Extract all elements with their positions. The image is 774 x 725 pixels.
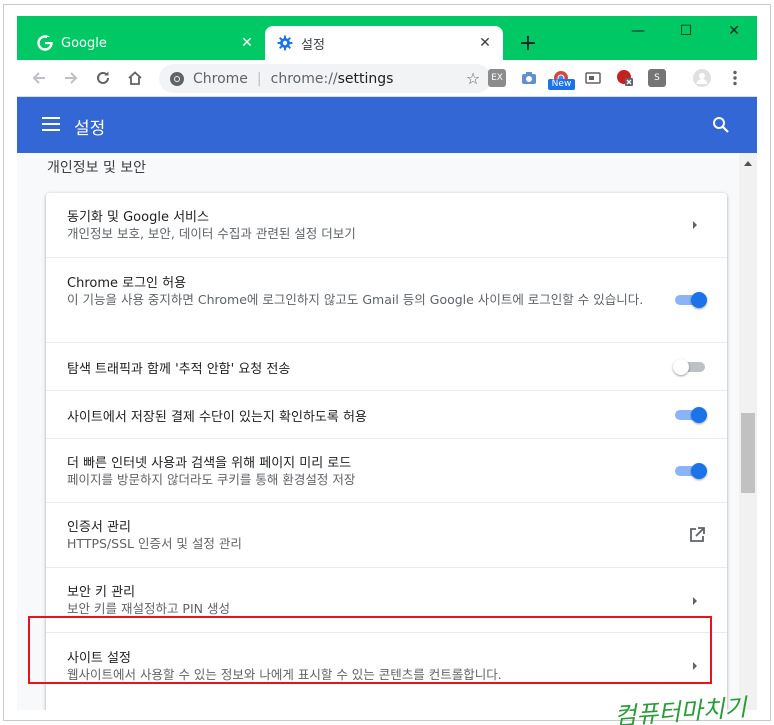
row-title: 탐색 트래픽과 함께 '추적 안함' 요청 전송 <box>67 362 291 377</box>
extension-ex-icon[interactable]: EX <box>488 69 506 87</box>
row-subtitle: HTTPS/SSL 인증서 및 설정 관리 <box>67 536 242 551</box>
chrome-login-toggle[interactable] <box>673 292 707 308</box>
do-not-track-toggle[interactable] <box>673 359 707 375</box>
row-subtitle: 개인정보 보호, 보안, 데이터 수집과 관련된 설정 더보기 <box>67 226 356 241</box>
tab-strip: Google ✕ 설정 ✕ + — ☐ ✕ <box>17 16 757 60</box>
row-title: 더 빠른 인터넷 사용과 검색을 위해 페이지 미리 로드 <box>67 456 352 471</box>
hamburger-menu-icon[interactable] <box>42 117 60 131</box>
row-subtitle: 이 기능을 사용 중지하면 Chrome에 로그인하지 않고도 Gmail 등의… <box>67 292 644 307</box>
chip-separator: | <box>256 70 262 87</box>
payment-methods-toggle[interactable] <box>673 407 707 423</box>
row-title: Chrome 로그인 허용 <box>67 276 187 291</box>
tab-google[interactable]: Google ✕ <box>25 26 265 60</box>
s-extension-icon[interactable]: S <box>648 69 666 87</box>
row-subtitle: 웹사이트에서 사용할 수 있는 정보와 나에게 표시할 수 있는 콘텐츠를 컨트… <box>67 667 502 682</box>
row-title: 사이트에서 저장된 결제 수단이 있는지 확인하도록 허용 <box>67 410 367 425</box>
home-button[interactable] <box>123 66 147 90</box>
row-subtitle: 보안 키를 재설정하고 PIN 생성 <box>67 601 230 616</box>
back-button[interactable] <box>27 66 51 90</box>
bookmark-star-icon[interactable]: ☆ <box>463 69 483 89</box>
forward-arrow-icon <box>65 72 78 84</box>
back-arrow-icon <box>32 72 45 84</box>
tab-close-button[interactable]: ✕ <box>475 33 495 53</box>
settings-header: 설정 <box>17 97 757 153</box>
maximize-button[interactable]: ☐ <box>663 16 709 46</box>
browser-toolbar: Chrome | chrome://settings ☆ EX S <box>17 60 757 97</box>
google-g-icon <box>37 35 53 51</box>
tab-title: 설정 <box>301 37 325 53</box>
open-in-new-icon[interactable] <box>688 526 706 544</box>
tab-settings[interactable]: 설정 ✕ <box>265 26 503 60</box>
vertical-scrollbar[interactable] <box>739 153 757 710</box>
card-extension-icon[interactable] <box>584 69 602 87</box>
profile-avatar[interactable] <box>693 69 711 87</box>
scroll-thumb[interactable] <box>741 413 755 493</box>
url-text: chrome://settings <box>270 70 394 87</box>
forward-button[interactable] <box>59 66 83 90</box>
row-security-keys[interactable]: 보안 키 관리 보안 키를 재설정하고 PIN 생성 <box>46 567 727 632</box>
row-title: 동기화 및 Google 서비스 <box>67 210 209 225</box>
row-do-not-track[interactable]: 탐색 트래픽과 함께 '추적 안함' 요청 전송 <box>46 342 727 390</box>
address-bar[interactable]: Chrome | chrome://settings ☆ <box>159 64 491 93</box>
blocked-extension-icon[interactable] <box>616 69 634 87</box>
camera-extension-icon[interactable] <box>520 69 538 87</box>
home-icon <box>128 71 142 85</box>
row-title: 사이트 설정 <box>67 651 131 666</box>
row-preload-pages[interactable]: 더 빠른 인터넷 사용과 검색을 위해 페이지 미리 로드 페이지를 방문하지 … <box>46 438 727 502</box>
privacy-security-card: 동기화 및 Google 서비스 개인정보 보호, 보안, 데이터 수집과 관련… <box>46 193 727 710</box>
tab-title: Google <box>61 35 107 51</box>
section-heading: 개인정보 및 보안 <box>47 160 147 176</box>
row-chrome-login[interactable]: Chrome 로그인 허용 이 기능을 사용 중지하면 Chrome에 로그인하… <box>46 257 727 342</box>
settings-gear-icon <box>277 35 293 51</box>
page-title: 설정 <box>74 119 106 139</box>
menu-kebab-icon[interactable] <box>723 66 747 90</box>
scroll-up-arrow-icon[interactable] <box>744 161 752 166</box>
row-subtitle: 페이지를 방문하지 않더라도 쿠키를 통해 환경설정 저장 <box>67 472 356 487</box>
row-manage-certificates[interactable]: 인증서 관리 HTTPS/SSL 인증서 및 설정 관리 <box>46 502 727 567</box>
site-chip: Chrome <box>193 70 248 87</box>
row-site-settings[interactable]: 사이트 설정 웹사이트에서 사용할 수 있는 정보와 나에게 표시할 수 있는 … <box>46 632 727 697</box>
row-title: 보안 키 관리 <box>67 585 136 600</box>
chrome-logo-icon <box>169 71 185 87</box>
new-badge: New <box>548 79 575 90</box>
preload-pages-toggle[interactable] <box>673 463 707 479</box>
row-title: 인증서 관리 <box>67 520 131 535</box>
row-sync-google-services[interactable]: 동기화 및 Google 서비스 개인정보 보호, 보안, 데이터 수집과 관련… <box>46 193 727 257</box>
browser-window: Google ✕ 설정 ✕ + — ☐ ✕ Chrome | chrome://… <box>17 16 757 710</box>
reload-button[interactable] <box>91 66 115 90</box>
minimize-button[interactable]: — <box>615 16 661 46</box>
chevron-right-icon <box>693 662 697 670</box>
window-close-button[interactable]: ✕ <box>711 16 757 46</box>
new-tab-button[interactable]: + <box>515 30 541 56</box>
chevron-right-icon <box>693 221 697 229</box>
chevron-right-icon <box>693 597 697 605</box>
reload-icon <box>97 71 109 84</box>
tab-close-button[interactable]: ✕ <box>237 33 257 53</box>
settings-content: 개인정보 및 보안 동기화 및 Google 서비스 개인정보 보호, 보안, … <box>17 153 757 710</box>
search-icon[interactable] <box>711 115 731 135</box>
row-payment-methods[interactable]: 사이트에서 저장된 결제 수단이 있는지 확인하도록 허용 <box>46 390 727 438</box>
